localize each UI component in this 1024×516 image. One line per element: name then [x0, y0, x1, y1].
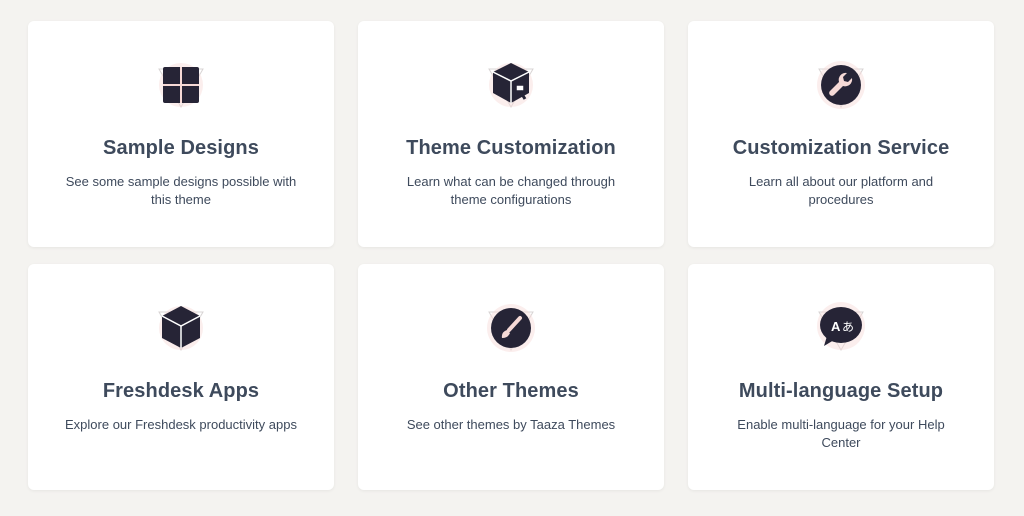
card-description: Learn all about our platform and procedu… [748, 174, 934, 207]
wrench-icon [813, 57, 869, 113]
card-customization-service[interactable]: Customization Service Learn all about ou… [688, 21, 994, 247]
card-description: See some sample designs possible with th… [65, 174, 297, 207]
card-description: See other themes by Taaza Themes [406, 417, 616, 432]
card-description: Enable multi-language for your Help Cent… [737, 417, 945, 450]
translate-icon: A あ [813, 300, 869, 356]
help-center-grid: Sample Designs See some sample designs p… [0, 0, 1024, 516]
card-title: Freshdesk Apps [102, 380, 260, 402]
card-other-themes[interactable]: Other Themes See other themes by Taaza T… [358, 264, 664, 490]
card-sample-designs[interactable]: Sample Designs See some sample designs p… [28, 21, 334, 247]
card-description: Explore our Freshdesk productivity apps [65, 417, 297, 432]
card-title: Other Themes [443, 380, 579, 402]
card-description: Learn what can be changed through theme … [406, 174, 616, 207]
box-brush-icon [483, 57, 539, 113]
grid-icon [153, 57, 209, 113]
cube-icon [153, 300, 209, 356]
card-multi-language-setup[interactable]: A あ Multi-language Setup Enable multi-la… [688, 264, 994, 490]
svg-text:あ: あ [842, 320, 854, 334]
card-title: Theme Customization [406, 137, 616, 159]
paintbrush-icon [483, 300, 539, 356]
card-title: Sample Designs [103, 137, 259, 159]
card-theme-customization[interactable]: Theme Customization Learn what can be ch… [358, 21, 664, 247]
card-title: Multi-language Setup [738, 380, 944, 402]
svg-text:A: A [831, 319, 841, 334]
card-freshdesk-apps[interactable]: Freshdesk Apps Explore our Freshdesk pro… [28, 264, 334, 490]
card-title: Customization Service [732, 137, 950, 159]
